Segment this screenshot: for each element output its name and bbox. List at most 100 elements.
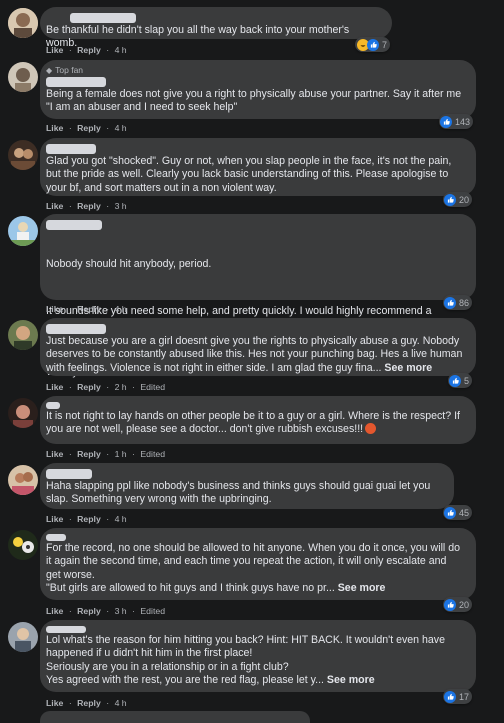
comment-text: Being a female does not give you a right… [46,88,465,114]
reply-link[interactable]: Reply [77,606,101,616]
like-reaction-icon [440,115,452,128]
avatar[interactable] [8,465,38,495]
timestamp[interactable]: 4 h [115,698,127,708]
reaction-count[interactable]: 7 [355,37,391,52]
commenter-name-redacted[interactable] [46,324,106,334]
avatar[interactable] [8,8,38,38]
avatar[interactable] [8,62,38,92]
separator: · [68,514,72,524]
edited-label: Edited [140,606,166,616]
separator: · [68,45,72,55]
timestamp[interactable]: 4 h [115,514,127,524]
avatar[interactable] [8,530,38,560]
comment-actions: Like · Reply · 2 h · Edited [46,382,168,392]
like-link[interactable]: Like [46,123,63,133]
comment-bubble: Lol what's the reason for him hitting yo… [40,620,476,692]
reply-link[interactable]: Reply [77,45,101,55]
reply-link[interactable]: Reply [77,698,101,708]
avatar[interactable] [8,216,38,246]
reply-link[interactable]: Reply [77,514,101,524]
comment-text-body: It is not right to lay hands on other pe… [46,410,463,436]
separator: · [68,201,72,211]
comment-text: Lol what's the reason for him hitting yo… [46,634,464,688]
like-reaction-icon [367,38,379,51]
reaction-count-value: 5 [464,375,470,386]
separator: · [68,698,72,708]
like-link[interactable]: Like [46,45,63,55]
comment-bubble: Nobody should hit anybody, period. It so… [40,214,476,378]
comment-bubble: Be thankful he didn't slap you all the w… [40,7,392,49]
comment-bubble: ◆ Top fan Being a female does not give y… [40,60,476,119]
separator: · [106,698,110,708]
top-fan-label: Top fan [55,65,84,75]
comment-actions: Like · Reply · 3 h [46,201,130,211]
separator: · [68,449,72,459]
diamond-icon: ◆ [46,65,53,75]
commenter-name-redacted[interactable] [46,534,66,541]
avatar[interactable] [8,140,38,170]
reaction-count-value: 7 [382,39,388,50]
reaction-count[interactable]: 20 [443,597,473,612]
commenter-name-redacted[interactable] [46,220,102,230]
commenter-name-redacted[interactable] [46,77,106,87]
comment-bubble: It is not right to lay hands on other pe… [40,396,476,444]
timestamp[interactable]: 2 h [115,382,127,392]
avatar[interactable] [8,622,38,652]
reaction-count-value: 17 [459,691,470,702]
see-more-link[interactable]: See more [384,362,432,374]
commenter-name-redacted[interactable] [70,13,136,23]
angry-emoji-icon [365,423,377,435]
like-link[interactable]: Like [46,201,63,211]
see-more-link[interactable]: See more [338,582,386,594]
comment-paragraph: Nobody should hit anybody, period. [46,257,212,270]
commenter-name-redacted[interactable] [46,469,92,479]
commenter-name-redacted[interactable] [46,626,86,633]
comment-actions: Like · Reply · 4 h [46,123,130,133]
like-link[interactable]: Like [46,382,63,392]
separator: · [106,45,110,55]
timestamp[interactable]: 3 h [115,201,127,211]
reply-link[interactable]: Reply [77,201,101,211]
comment-text: For the record, no one should be allowed… [46,542,464,596]
like-reaction-icon [444,690,456,703]
like-link[interactable]: Like [46,449,63,459]
commenter-name-redacted[interactable] [46,144,96,154]
timestamp[interactable]: 3 h [115,606,127,616]
timestamp[interactable]: 4 h [115,304,127,314]
commenter-name-redacted[interactable] [46,402,60,409]
comment-actions: Like · Reply · 4 h [46,698,130,708]
avatar[interactable] [8,398,38,428]
edited-label: Edited [140,449,166,459]
reaction-count[interactable]: 5 [448,373,473,388]
reaction-count[interactable]: 143 [439,114,474,129]
like-link[interactable]: Like [46,698,63,708]
like-link[interactable]: Like [46,606,63,616]
like-link[interactable]: Like [46,514,63,524]
reply-link[interactable]: Reply [77,123,101,133]
like-reaction-icon [444,296,456,309]
reaction-count[interactable]: 17 [443,689,473,704]
comment-actions: Like · Reply · 3 h · Edited [46,606,168,616]
edited-label: Edited [140,382,166,392]
see-more-link[interactable]: See more [327,674,375,686]
reply-link[interactable]: Reply [77,382,101,392]
avatar[interactable] [8,320,38,350]
comment-text: It is not right to lay hands on other pe… [46,410,464,437]
reaction-count[interactable]: 20 [443,192,473,207]
timestamp[interactable]: 4 h [115,123,127,133]
comment-actions: Like · Reply · 4 h [46,304,130,314]
reply-link[interactable]: Reply [77,304,101,314]
reaction-count[interactable]: 45 [443,505,473,520]
reaction-count[interactable]: 86 [443,295,473,310]
separator: · [68,304,72,314]
like-link[interactable]: Like [46,304,63,314]
separator: · [68,606,72,616]
comment-text-body: Lol what's the reason for him hitting yo… [46,634,445,687]
comment-text-body: For the record, no one should be allowed… [46,542,460,595]
reply-link[interactable]: Reply [77,449,101,459]
timestamp[interactable]: 1 h [115,449,127,459]
timestamp[interactable]: 4 h [115,45,127,55]
like-reaction-icon [449,374,461,387]
comment-text: Just because you are a girl doesnt give … [46,335,464,375]
reaction-count-value: 143 [455,116,471,127]
